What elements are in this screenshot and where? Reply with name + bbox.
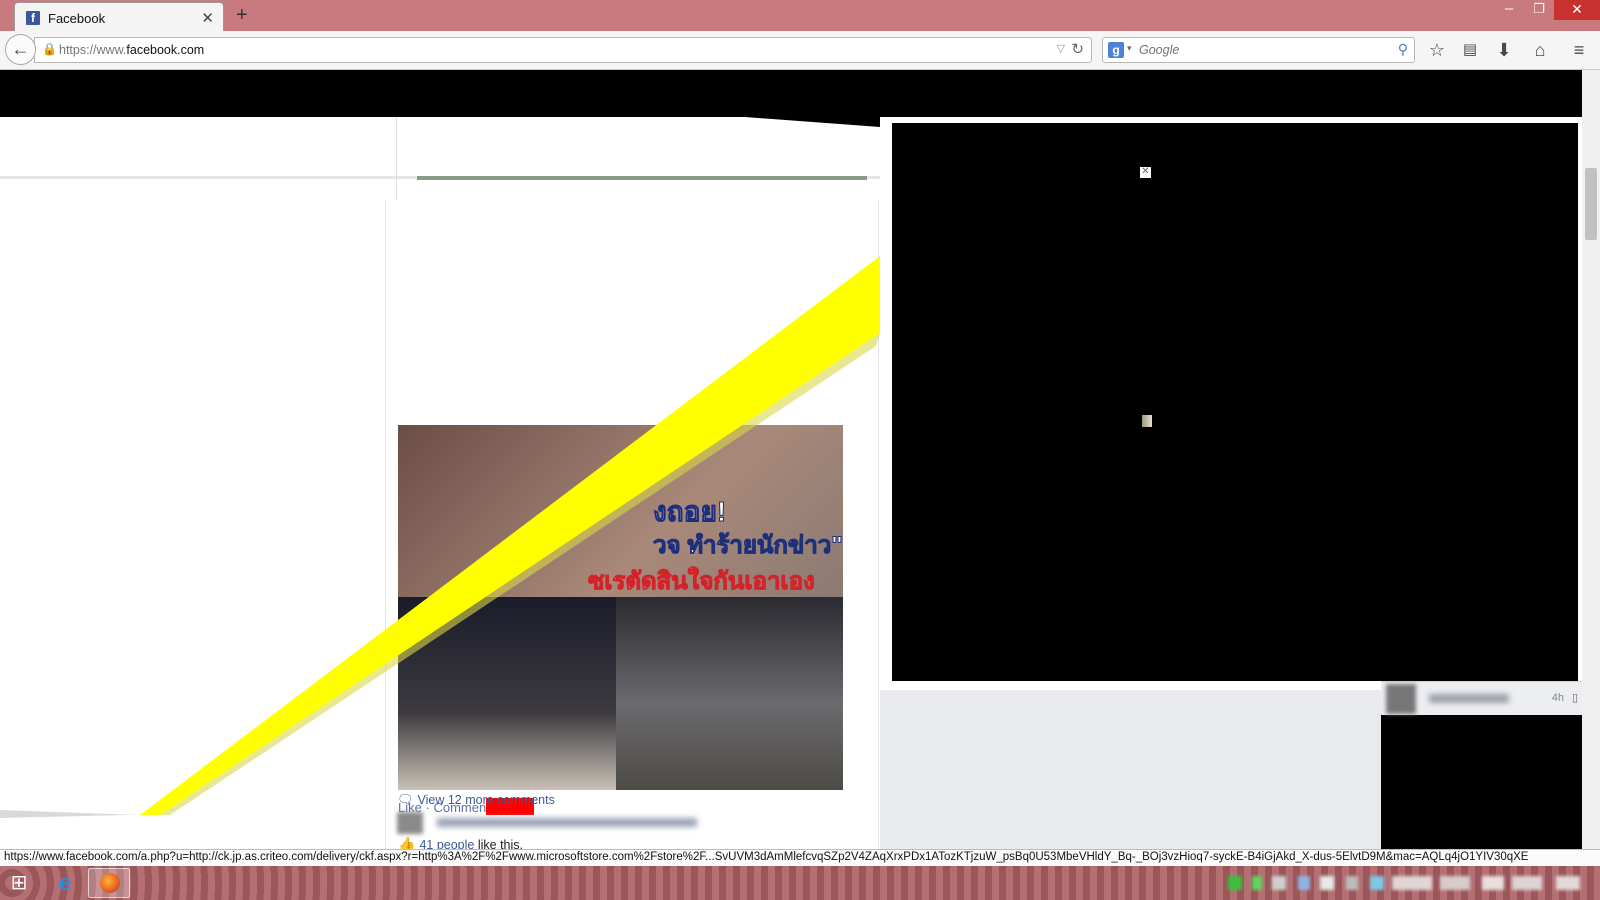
scrollbar-thumb[interactable] [1585,168,1597,240]
new-tab-button[interactable]: + [236,4,248,26]
windows-start-icon[interactable]: ⊞ [6,870,32,896]
menu-icon[interactable]: ≡ [1565,36,1593,64]
divider [396,117,397,211]
broken-image-icon: ✕ [1140,166,1151,178]
internet-explorer-icon[interactable]: e [50,869,80,897]
home-icon[interactable]: ⌂ [1526,36,1554,64]
url-history-dropdown-icon[interactable]: ▽ [1057,42,1065,55]
search-input[interactable] [1139,41,1379,59]
bookmark-star-icon[interactable]: ☆ [1423,36,1451,64]
system-tray-blurred [1200,874,1590,892]
view-more-comments-link[interactable]: 🗨 View 12 more comments [397,792,555,808]
comment-icon: 🗨 [397,792,414,807]
page-viewport: งถอย! วจ ทำร้ายนักข่าว" ซเรตัดสินใจกันเอ… [0,70,1600,849]
firefox-icon [100,873,120,893]
likes-suffix: like this. [477,838,523,849]
navigation-bar: 🔒 https://www.facebook.com ▽ ↻ ← g ▾ ⚲ ☆… [0,31,1600,70]
lock-icon[interactable]: 🔒 [42,42,57,56]
link-status-bar: https://www.facebook.com/a.php?u=http://… [0,849,1600,866]
windows-taskbar: ⊞ e [0,866,1600,900]
photo-caption-line: ซเรตัดสินใจกันเอาเอง [588,568,816,596]
search-bar[interactable]: g ▾ ⚲ [1102,37,1415,63]
avatar [397,812,423,834]
browser-titlebar: f Facebook ✕ + – ❐ ✕ [0,0,1600,32]
mobile-icon: ▯ [1571,692,1578,704]
likes-count-link[interactable]: 41 people [419,838,474,849]
window-controls: – ❐ ✕ [1494,0,1600,22]
tab-title: Facebook [48,11,106,26]
google-icon[interactable]: g [1108,42,1124,58]
thumbs-up-icon: 👍 [398,836,416,849]
url-bar[interactable]: 🔒 https://www.facebook.com ▽ ↻ [34,37,1092,63]
tab-close-icon[interactable]: ✕ [201,9,214,27]
chat-contact-name-blurred [1429,694,1509,703]
likes-summary: 👍 41 people like this. [398,836,523,849]
chat-panel: 4h ▯ [1381,681,1582,849]
reading-list-icon[interactable]: ▤ [1456,36,1484,64]
chat-conversation-item[interactable]: 4h ▯ [1381,681,1582,715]
page-scrollbar[interactable] [1582,70,1600,849]
chat-timestamp: 4h [1551,692,1564,704]
restore-button[interactable]: ❐ [1524,0,1554,20]
firefox-taskbar-button[interactable] [88,868,130,898]
url-text[interactable]: https://www.facebook.com [59,43,204,57]
back-button[interactable]: ← [5,34,36,65]
comment-item-blurred [397,812,697,834]
avatar [1386,684,1416,714]
facebook-header-blacked-out [0,70,1582,117]
feed-post: งถอย! วจ ทำร้ายนักข่าว" ซเรตัดสินใจกันเอ… [385,200,879,849]
facebook-icon: f [26,11,40,25]
tab-facebook[interactable]: f Facebook ✕ [14,2,224,32]
window-close-button[interactable]: ✕ [1554,0,1600,20]
download-icon[interactable]: ⬇ [1490,36,1518,64]
minimize-button[interactable]: – [1494,0,1524,20]
image-fragment [1142,415,1152,427]
photo-caption-line: วจ ทำร้ายนักข่าว" [653,532,843,560]
composer-underline [417,176,867,180]
search-icon[interactable]: ⚲ [1398,41,1408,58]
black-video-overlay: ✕ [892,123,1578,681]
search-engine-dropdown-icon[interactable]: ▾ [1127,43,1132,54]
reload-icon[interactable]: ↻ [1071,40,1084,58]
post-photo[interactable]: งถอย! วจ ทำร้ายนักข่าว" ซเรตัดสินใจกันเอ… [398,425,843,790]
